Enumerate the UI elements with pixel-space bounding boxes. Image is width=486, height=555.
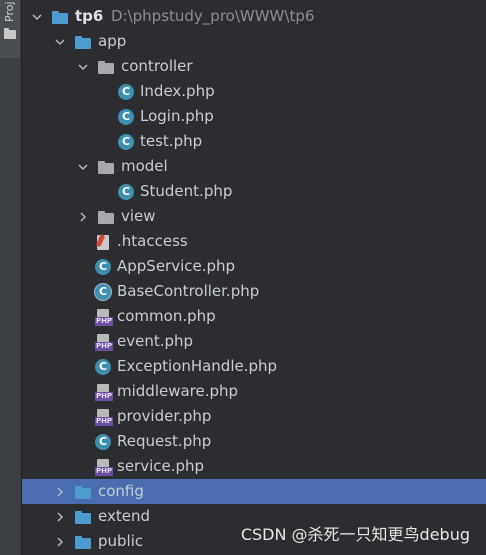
tree-row-login-php[interactable]: C Login.php xyxy=(22,104,486,129)
folder-icon xyxy=(98,211,114,224)
folder-icon xyxy=(75,36,91,49)
tree-item-label: .htaccess xyxy=(117,232,188,250)
tree-row-test-php[interactable]: Ctest.php xyxy=(22,129,486,154)
chevron-down-icon[interactable] xyxy=(53,29,67,54)
tree-item-label: tp6 xyxy=(75,7,104,25)
tree-item-label: config xyxy=(98,482,144,500)
tree-item-label: Request.php xyxy=(117,432,212,450)
project-tree[interactable]: tp6 D:\phpstudy_pro\WWW\tp6app controller C… xyxy=(22,4,486,554)
tree-row-appservice-php[interactable]: C AppService.php xyxy=(22,254,486,279)
tree-row--htaccess[interactable]: .htaccess xyxy=(22,229,486,254)
tree-row-controller[interactable]: controller xyxy=(22,54,486,79)
tree-row-student-php[interactable]: C Student.php xyxy=(22,179,486,204)
project-tool-tab[interactable]: Proj xyxy=(0,0,20,58)
folder-icon xyxy=(98,161,114,174)
php-file-icon: PHP xyxy=(95,409,113,426)
project-path: D:\phpstudy_pro\WWW\tp6 xyxy=(111,7,315,25)
tree-item-label: Student.php xyxy=(140,182,233,200)
class-c-icon: C xyxy=(95,434,111,450)
htaccess-icon xyxy=(95,233,111,250)
tree-item-label: app xyxy=(98,32,127,50)
tree-row-config[interactable]: config xyxy=(22,479,486,504)
tree-item-label: controller xyxy=(121,57,193,75)
tree-row-event-php[interactable]: PHP event.php xyxy=(22,329,486,354)
tree-item-label: Login.php xyxy=(140,107,214,125)
tree-row-middleware-php[interactable]: PHP middleware.php xyxy=(22,379,486,404)
tree-item-label: model xyxy=(121,157,168,175)
tree-item-label: AppService.php xyxy=(117,257,236,275)
tree-row-tp6[interactable]: tp6 D:\phpstudy_pro\WWW\tp6 xyxy=(22,4,486,29)
class-c-icon: C xyxy=(95,284,111,300)
chevron-down-icon[interactable] xyxy=(76,154,90,179)
folder-icon xyxy=(75,511,91,524)
folder-icon xyxy=(52,11,68,24)
php-file-icon: PHP xyxy=(95,334,113,351)
folder-icon xyxy=(75,536,91,549)
php-file-icon: PHP xyxy=(95,384,113,401)
tree-item-label: provider.php xyxy=(117,407,212,425)
tree-row-service-php[interactable]: PHP service.php xyxy=(22,454,486,479)
chevron-right-icon[interactable] xyxy=(53,529,67,554)
tree-item-label: ExceptionHandle.php xyxy=(117,357,278,375)
folder-icon xyxy=(98,61,114,74)
class-c-icon: C xyxy=(95,359,111,375)
tree-row-common-php[interactable]: PHP common.php xyxy=(22,304,486,329)
tree-row-model[interactable]: model xyxy=(22,154,486,179)
tree-row-basecontroller-php[interactable]: C BaseController.php xyxy=(22,279,486,304)
tree-item-label: test.php xyxy=(140,132,203,150)
tree-item-label: extend xyxy=(98,507,150,525)
class-c-icon: C xyxy=(95,259,111,275)
tree-item-label: middleware.php xyxy=(117,382,239,400)
class-c-icon: C xyxy=(118,109,134,125)
tree-row-exceptionhandle-php[interactable]: C ExceptionHandle.php xyxy=(22,354,486,379)
class-c-icon: C xyxy=(118,184,134,200)
chevron-right-icon[interactable] xyxy=(76,204,90,229)
tree-item-label: event.php xyxy=(117,332,194,350)
project-folder-icon xyxy=(4,28,16,39)
watermark: CSDN @杀死一只知更鸟debug xyxy=(240,525,470,544)
chevron-right-icon[interactable] xyxy=(53,504,67,529)
tree-item-label: common.php xyxy=(117,307,216,325)
tree-row-app[interactable]: app xyxy=(22,29,486,54)
tree-row-provider-php[interactable]: PHP provider.php xyxy=(22,404,486,429)
php-file-icon: PHP xyxy=(95,309,113,326)
tree-row-index-php[interactable]: C Index.php xyxy=(22,79,486,104)
tree-item-label: service.php xyxy=(117,457,205,475)
chevron-down-icon[interactable] xyxy=(30,4,44,29)
tree-row-request-php[interactable]: C Request.php xyxy=(22,429,486,454)
chevron-right-icon[interactable] xyxy=(53,479,67,504)
class-c-icon: C xyxy=(118,134,134,150)
tree-row-view[interactable]: view xyxy=(22,204,486,229)
tree-item-label: BaseController.php xyxy=(117,282,260,300)
tree-item-label: view xyxy=(121,207,156,225)
chevron-down-icon[interactable] xyxy=(76,54,90,79)
project-tab-label: Proj xyxy=(3,1,16,22)
php-file-icon: PHP xyxy=(95,459,113,476)
folder-icon xyxy=(75,486,91,499)
tree-item-label: public xyxy=(98,532,144,550)
class-c-icon: C xyxy=(118,84,134,100)
tool-window-strip: Proj xyxy=(0,0,22,555)
tree-item-label: Index.php xyxy=(140,82,215,100)
